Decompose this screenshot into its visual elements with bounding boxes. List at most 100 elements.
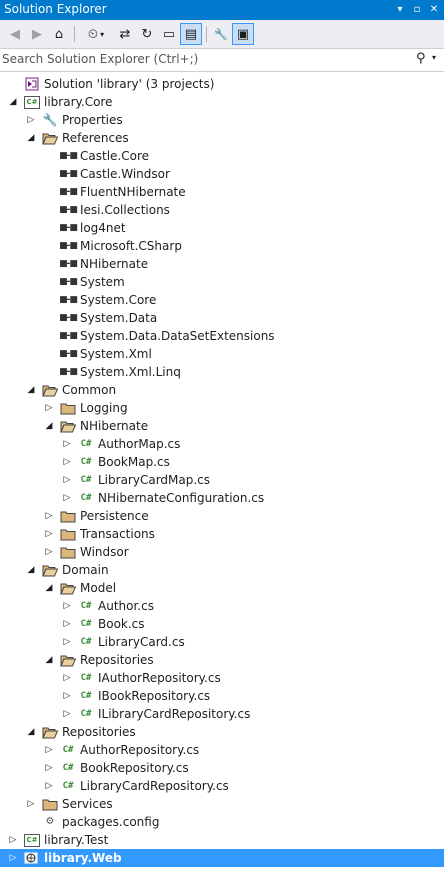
tree-item[interactable]: ■-■ System	[0, 273, 444, 291]
preview-icon[interactable]: ▣	[232, 23, 254, 45]
show-all-files-icon[interactable]: ▤	[180, 23, 202, 45]
expanded-arrow-icon[interactable]: ◢	[26, 381, 36, 399]
tree-item-label: AuthorRepository.cs	[80, 743, 200, 757]
expanded-arrow-icon[interactable]: ◢	[44, 651, 54, 669]
home-icon[interactable]: ⌂	[48, 23, 70, 45]
collapsed-arrow-icon[interactable]: ▷	[62, 453, 72, 471]
collapsed-arrow-icon[interactable]: ▷	[8, 849, 18, 867]
tree-item[interactable]: ▷ C# LibraryCard.cs	[0, 633, 444, 651]
collapsed-arrow-icon[interactable]: ▷	[44, 759, 54, 777]
tree-item[interactable]: ▷ C# AuthorMap.cs	[0, 435, 444, 453]
tree-item[interactable]: ■-■ System.Xml	[0, 345, 444, 363]
collapse-all-icon[interactable]: ▭	[158, 23, 180, 45]
csharp-file-icon: C#	[60, 743, 76, 757]
tree-item[interactable]: ◢ Domain	[0, 561, 444, 579]
csharp-label: C#	[80, 619, 92, 629]
forward-icon[interactable]: ▶	[26, 23, 48, 45]
back-icon[interactable]: ◀	[4, 23, 26, 45]
tree-item[interactable]: ◢ Common	[0, 381, 444, 399]
tree-item[interactable]: ◢ Repositories	[0, 651, 444, 669]
reference-icon: ■-■	[59, 149, 78, 163]
auto-hide-button[interactable]: ▫	[409, 1, 425, 19]
tree-item[interactable]: ⚙ packages.config	[0, 813, 444, 831]
tree-item[interactable]: ▷ Windsor	[0, 543, 444, 561]
collapsed-arrow-icon[interactable]: ▷	[8, 831, 18, 849]
refresh-icon[interactable]: ↻	[136, 23, 158, 45]
tree-item[interactable]: ▷ C# IBookRepository.cs	[0, 687, 444, 705]
tree-item[interactable]: ▷ Transactions	[0, 525, 444, 543]
tree-item-label: NHibernate	[80, 257, 149, 271]
tree-item[interactable]: ▷ Persistence	[0, 507, 444, 525]
expanded-arrow-icon[interactable]: ◢	[44, 579, 54, 597]
tree-item[interactable]: ▷ C# BookRepository.cs	[0, 759, 444, 777]
tree-item[interactable]: ■-■ NHibernate	[0, 255, 444, 273]
tree-item[interactable]: ■-■ Microsoft.CSharp	[0, 237, 444, 255]
expanded-arrow-icon[interactable]: ◢	[8, 93, 18, 111]
collapsed-arrow-icon[interactable]: ▷	[44, 399, 54, 417]
tree-item[interactable]: ▷ C# Book.cs	[0, 615, 444, 633]
collapsed-arrow-icon[interactable]: ▷	[62, 687, 72, 705]
reference-icon: ■-■	[59, 365, 78, 379]
expanded-arrow-icon[interactable]: ◢	[26, 561, 36, 579]
search-input[interactable]	[2, 51, 402, 67]
collapsed-arrow-icon[interactable]: ▷	[62, 471, 72, 489]
collapsed-arrow-icon[interactable]: ▷	[62, 615, 72, 633]
tree-item[interactable]: ▷ C# BookMap.cs	[0, 453, 444, 471]
tree-item[interactable]: ■-■ System.Data.DataSetExtensions	[0, 327, 444, 345]
tree-item[interactable]: ■-■ System.Data	[0, 309, 444, 327]
collapsed-arrow-icon[interactable]: ▷	[62, 435, 72, 453]
tree-item[interactable]: ▷ Logging	[0, 399, 444, 417]
tree-item[interactable]: ▷ C# LibraryCardMap.cs	[0, 471, 444, 489]
tree-item[interactable]: ▷ Services	[0, 795, 444, 813]
collapsed-arrow-icon[interactable]: ▷	[62, 489, 72, 507]
sync-icon[interactable]: ⇄	[114, 23, 136, 45]
tree-item[interactable]: ■-■ System.Core	[0, 291, 444, 309]
tree-item[interactable]: ◢ Repositories	[0, 723, 444, 741]
tree-item[interactable]: ■-■ FluentNHibernate	[0, 183, 444, 201]
history-icon: ⏲	[87, 26, 99, 42]
expanded-arrow-icon[interactable]: ◢	[44, 417, 54, 435]
expanded-arrow-icon[interactable]: ◢	[26, 129, 36, 147]
dropdown-menu-button[interactable]: ▾	[392, 1, 408, 19]
tree-item[interactable]: ■-■ log4net	[0, 219, 444, 237]
tree-item[interactable]: ■-■ Iesi.Collections	[0, 201, 444, 219]
tree-item[interactable]: ◢ C# library.Core	[0, 93, 444, 111]
expanded-arrow-icon[interactable]: ◢	[26, 723, 36, 741]
collapsed-arrow-icon[interactable]: ▷	[62, 705, 72, 723]
collapsed-arrow-icon[interactable]: ▷	[44, 777, 54, 795]
collapsed-arrow-icon[interactable]: ▷	[62, 633, 72, 651]
tree-item[interactable]: ▷ library.Web	[0, 849, 444, 867]
tree-item[interactable]: ■-■ Castle.Windsor	[0, 165, 444, 183]
tree-item[interactable]: ▷ C# LibraryCardRepository.cs	[0, 777, 444, 795]
tree-item[interactable]: ▷ C# Author.cs	[0, 597, 444, 615]
tree-item[interactable]: ◢ NHibernate	[0, 417, 444, 435]
config-file-icon: ⚙	[42, 815, 58, 829]
close-button[interactable]: ✕	[426, 1, 442, 19]
tree-item[interactable]: ▷ C# NHibernateConfiguration.cs	[0, 489, 444, 507]
collapsed-arrow-icon[interactable]: ▷	[26, 111, 36, 129]
search-icon[interactable]: ⚲	[416, 51, 426, 66]
tree-item-label: library.Test	[44, 833, 109, 847]
pending-changes-filter-button[interactable]: ⏲ ▾	[80, 23, 112, 45]
collapsed-arrow-icon[interactable]: ▷	[26, 795, 36, 813]
tree-item[interactable]: ▷ C# ILibraryCardRepository.cs	[0, 705, 444, 723]
collapsed-arrow-icon[interactable]: ▷	[62, 597, 72, 615]
tree-item-label: NHibernate	[80, 419, 149, 433]
tree-item[interactable]: ▷ C# library.Test	[0, 831, 444, 849]
tree-item[interactable]: ■-■ System.Xml.Linq	[0, 363, 444, 381]
collapsed-arrow-icon[interactable]: ▷	[44, 543, 54, 561]
tree-item[interactable]: ◢ References	[0, 129, 444, 147]
tree-item[interactable]: ▷ C# IAuthorRepository.cs	[0, 669, 444, 687]
tree-item[interactable]: ◢ Model	[0, 579, 444, 597]
chevron-down-icon[interactable]: ▾	[432, 53, 436, 62]
collapsed-arrow-icon[interactable]: ▷	[62, 669, 72, 687]
tree-item[interactable]: ■-■ Castle.Core	[0, 147, 444, 165]
tree-item[interactable]: Solution 'library' (3 projects)	[0, 75, 444, 93]
collapsed-arrow-icon[interactable]: ▷	[44, 525, 54, 543]
tree-item[interactable]: ▷ C# AuthorRepository.cs	[0, 741, 444, 759]
tree-item[interactable]: ▷ 🔧 Properties	[0, 111, 444, 129]
tree-item-label: ILibraryCardRepository.cs	[98, 707, 251, 721]
collapsed-arrow-icon[interactable]: ▷	[44, 741, 54, 759]
collapsed-arrow-icon[interactable]: ▷	[44, 507, 54, 525]
wrench-icon[interactable]: 🔧	[210, 23, 232, 45]
